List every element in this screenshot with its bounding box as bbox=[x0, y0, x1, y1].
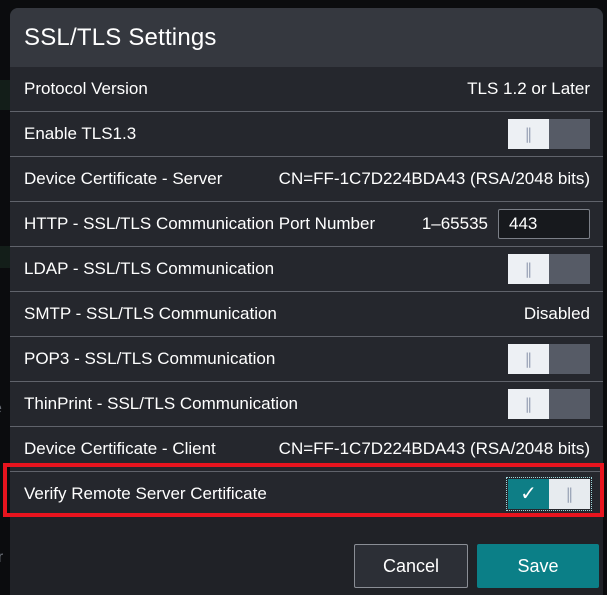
row-label: Enable TLS1.3 bbox=[24, 124, 508, 144]
background-text-fragment: er bbox=[0, 549, 3, 567]
grip-icon: ‖ bbox=[525, 352, 533, 367]
port-range-label: 1–65535 bbox=[422, 214, 488, 234]
row-label: Device Certificate - Server bbox=[24, 169, 279, 189]
row-value: TLS 1.2 or Later bbox=[467, 79, 590, 99]
background-artifact bbox=[0, 246, 10, 268]
save-button[interactable]: Save bbox=[477, 544, 599, 588]
settings-row[interactable]: Device Certificate - Client CN=FF-1C7D22… bbox=[10, 427, 603, 472]
grip-icon: ‖ bbox=[566, 487, 574, 502]
port-input[interactable] bbox=[498, 209, 590, 239]
row-label: Protocol Version bbox=[24, 79, 467, 99]
toggle-right-segment: ‖ bbox=[549, 119, 590, 149]
toggle-right-segment: ‖ bbox=[549, 254, 590, 284]
toggle-right-segment: ‖ bbox=[549, 479, 590, 509]
settings-row[interactable]: Device Certificate - Server CN=FF-1C7D22… bbox=[10, 157, 603, 202]
settings-row[interactable]: ThinPrint - SSL/TLS Communication ✓ ‖ ‖ bbox=[10, 382, 603, 427]
background-text-fragment: e bbox=[0, 400, 2, 418]
settings-row[interactable]: LDAP - SSL/TLS Communication ✓ ‖ ‖ bbox=[10, 247, 603, 292]
dialog-title: SSL/TLS Settings bbox=[24, 24, 217, 52]
check-icon: ✓ bbox=[520, 484, 537, 504]
toggle-switch[interactable]: ✓ ‖ ‖ bbox=[508, 479, 590, 509]
settings-row[interactable]: Verify Remote Server Certificate ✓ ‖ ‖ bbox=[10, 472, 603, 517]
row-label: HTTP - SSL/TLS Communication Port Number bbox=[24, 214, 422, 234]
row-label: Device Certificate - Client bbox=[24, 439, 279, 459]
ssl-tls-settings-dialog: SSL/TLS Settings Protocol Version TLS 1.… bbox=[10, 8, 603, 595]
background-artifact bbox=[0, 80, 10, 110]
dialog-header: SSL/TLS Settings bbox=[10, 8, 603, 67]
toggle-right-segment: ‖ bbox=[549, 344, 590, 374]
row-label: ThinPrint - SSL/TLS Communication bbox=[24, 394, 508, 414]
row-value: CN=FF-1C7D224BDA43 (RSA/2048 bits) bbox=[279, 439, 590, 459]
toggle-left-segment: ✓ ‖ bbox=[508, 344, 549, 374]
row-value: CN=FF-1C7D224BDA43 (RSA/2048 bits) bbox=[279, 169, 590, 189]
row-label: SMTP - SSL/TLS Communication bbox=[24, 304, 524, 324]
settings-list: Protocol Version TLS 1.2 or Later Enable… bbox=[10, 67, 603, 517]
toggle-left-segment: ✓ ‖ bbox=[508, 254, 549, 284]
toggle-right-segment: ‖ bbox=[549, 389, 590, 419]
cancel-button[interactable]: Cancel bbox=[354, 544, 468, 588]
row-label: LDAP - SSL/TLS Communication bbox=[24, 259, 508, 279]
toggle-switch[interactable]: ✓ ‖ ‖ bbox=[508, 119, 590, 149]
grip-icon: ‖ bbox=[525, 127, 533, 142]
toggle-switch[interactable]: ✓ ‖ ‖ bbox=[508, 389, 590, 419]
toggle-switch[interactable]: ✓ ‖ ‖ bbox=[508, 344, 590, 374]
settings-row[interactable]: HTTP - SSL/TLS Communication Port Number… bbox=[10, 202, 603, 247]
settings-row[interactable]: Protocol Version TLS 1.2 or Later bbox=[10, 67, 603, 112]
toggle-left-segment: ✓ ‖ bbox=[508, 479, 549, 509]
settings-row[interactable]: SMTP - SSL/TLS Communication Disabled bbox=[10, 292, 603, 337]
grip-icon: ‖ bbox=[525, 262, 533, 277]
grip-icon: ‖ bbox=[525, 397, 533, 412]
toggle-switch[interactable]: ✓ ‖ ‖ bbox=[508, 254, 590, 284]
dialog-footer: Cancel Save bbox=[10, 517, 603, 595]
settings-row[interactable]: Enable TLS1.3 ✓ ‖ ‖ bbox=[10, 112, 603, 157]
toggle-left-segment: ✓ ‖ bbox=[508, 389, 549, 419]
toggle-left-segment: ✓ ‖ bbox=[508, 119, 549, 149]
row-label: Verify Remote Server Certificate bbox=[24, 484, 508, 504]
row-value: Disabled bbox=[524, 304, 590, 324]
row-label: POP3 - SSL/TLS Communication bbox=[24, 349, 508, 369]
settings-row[interactable]: POP3 - SSL/TLS Communication ✓ ‖ ‖ bbox=[10, 337, 603, 382]
